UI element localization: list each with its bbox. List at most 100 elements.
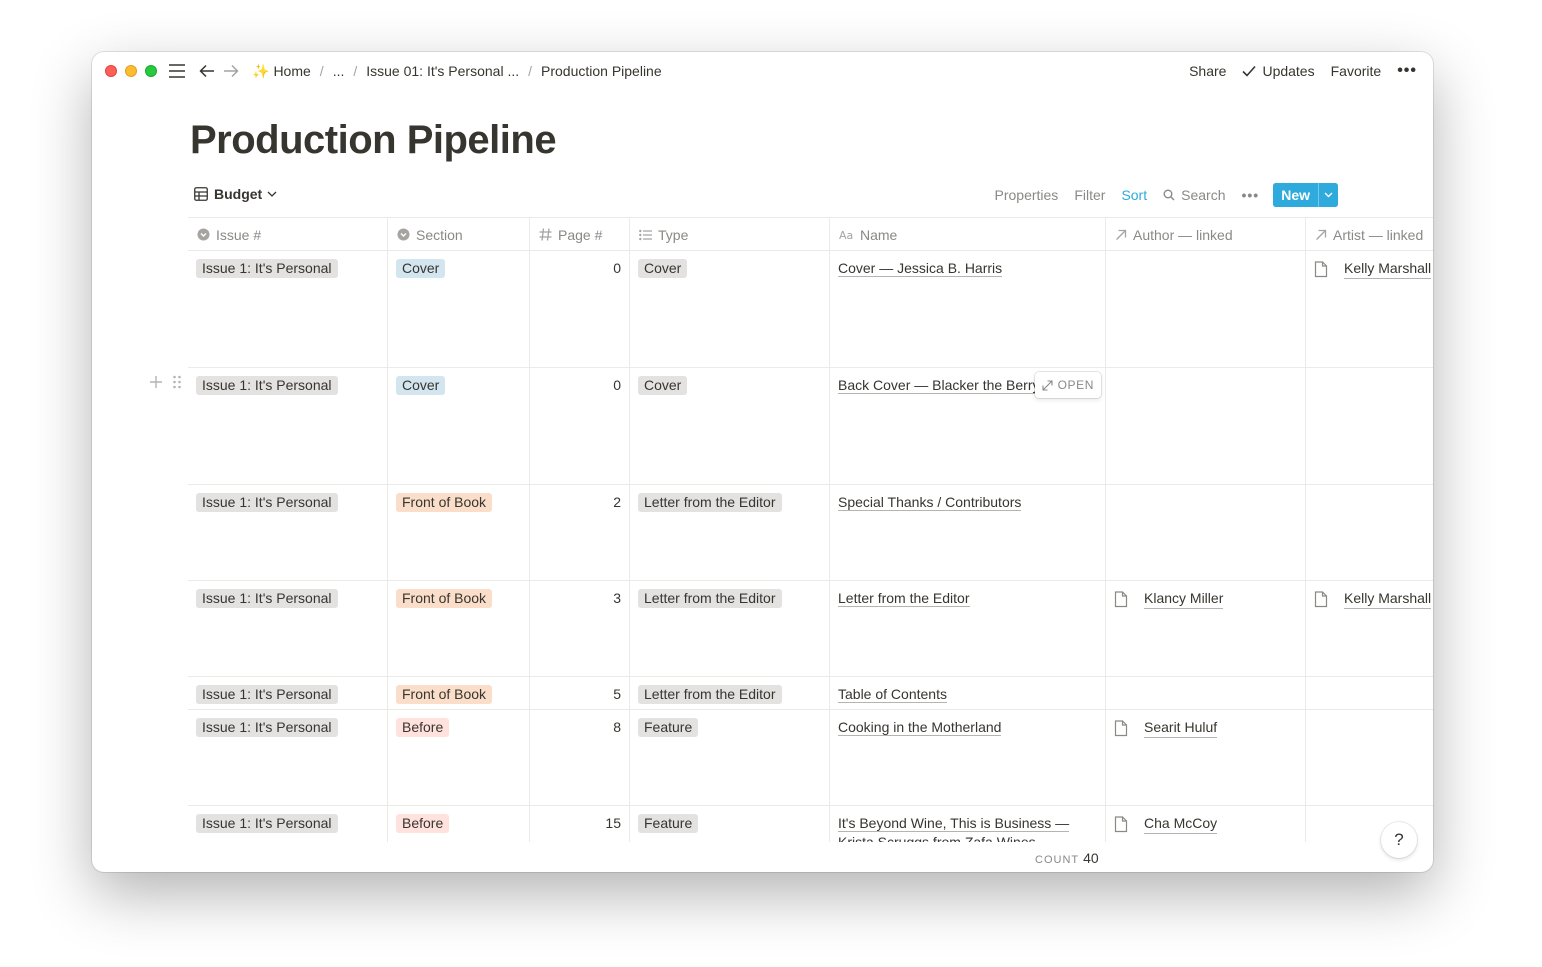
cell-issue[interactable]: Issue 1: It's Personal (188, 806, 388, 842)
cell-page[interactable]: 3 (530, 581, 630, 676)
page-name-link[interactable]: Special Thanks / Contributors (838, 494, 1022, 511)
cell-issue[interactable]: Issue 1: It's Personal (188, 581, 388, 676)
table-row[interactable]: Issue 1: It's Personal Cover 0 Cover Cover —… (188, 251, 1433, 368)
cell-name[interactable]: It's Beyond Wine, This is Business — Kri… (830, 806, 1106, 842)
table-row[interactable]: Issue 1: It's Personal Front of Book 3 Lett… (188, 581, 1433, 677)
zoom-window-button[interactable] (145, 65, 157, 77)
open-page-button[interactable]: OPEN (1034, 372, 1101, 398)
breadcrumb-ellipsis[interactable]: ... (333, 63, 345, 79)
table-row[interactable]: Issue 1: It's Personal Front of Book 2 Lett… (188, 485, 1433, 581)
page-title[interactable]: Production Pipeline (190, 118, 557, 163)
cell-artist[interactable]: Kelly Marshall (1306, 251, 1433, 367)
table-row[interactable]: Issue 1: It's Personal Before 8 Feature Cook… (188, 710, 1433, 806)
cell-name[interactable]: Letter from the Editor (830, 581, 1106, 676)
cell-name[interactable]: Special Thanks / Contributors (830, 485, 1106, 580)
breadcrumb-home[interactable]: Home (273, 63, 310, 79)
new-button-label[interactable]: New (1273, 183, 1318, 207)
cell-page[interactable]: 5 (530, 677, 630, 709)
cell-type[interactable]: Letter from the Editor (630, 677, 830, 709)
updates-button[interactable]: Updates (1242, 63, 1315, 79)
cell-type[interactable]: Letter from the Editor (630, 581, 830, 676)
linked-page[interactable]: Searit Huluf (1114, 718, 1297, 738)
page-name-link[interactable]: Cover — Jessica B. Harris (838, 260, 1003, 277)
cell-author[interactable]: Klancy Miller (1106, 581, 1306, 676)
share-button[interactable]: Share (1189, 63, 1226, 79)
cell-artist[interactable] (1306, 485, 1433, 580)
linked-page[interactable]: Klancy Miller (1114, 589, 1297, 609)
cell-section[interactable]: Front of Book (388, 485, 530, 580)
cell-section[interactable]: Cover (388, 368, 530, 484)
cell-section[interactable]: Before (388, 806, 530, 842)
table-row[interactable]: Issue 1: It's Personal Cover 0 Cover Back Co… (188, 368, 1433, 485)
filter-button[interactable]: Filter (1074, 187, 1105, 203)
breadcrumb-issue[interactable]: Issue 01: It's Personal ... (366, 63, 519, 79)
back-arrow-icon[interactable] (198, 62, 216, 80)
view-more-icon[interactable]: ••• (1241, 187, 1259, 203)
cell-page[interactable]: 2 (530, 485, 630, 580)
cell-issue[interactable]: Issue 1: It's Personal (188, 368, 388, 484)
cell-issue[interactable]: Issue 1: It's Personal (188, 677, 388, 709)
new-button[interactable]: New (1273, 183, 1338, 207)
close-window-button[interactable] (105, 65, 117, 77)
cell-type[interactable]: Feature (630, 806, 830, 842)
cell-name[interactable]: Cover — Jessica B. Harris (830, 251, 1106, 367)
column-header-name[interactable]: Aa Name (830, 218, 1106, 251)
cell-author[interactable]: Searit Huluf (1106, 710, 1306, 805)
cell-artist[interactable] (1306, 710, 1433, 805)
forward-arrow-icon[interactable] (222, 62, 240, 80)
cell-author[interactable]: Cha McCoy (1106, 806, 1306, 842)
cell-section[interactable]: Front of Book (388, 581, 530, 676)
cell-section[interactable]: Front of Book (388, 677, 530, 709)
linked-page[interactable]: Cha McCoy (1114, 814, 1297, 834)
column-header-type[interactable]: Type (630, 218, 830, 251)
cell-issue[interactable]: Issue 1: It's Personal (188, 485, 388, 580)
cell-name[interactable]: Table of Contents (830, 677, 1106, 709)
breadcrumb-current[interactable]: Production Pipeline (541, 63, 662, 79)
cell-issue[interactable]: Issue 1: It's Personal (188, 710, 388, 805)
search-button[interactable]: Search (1163, 187, 1225, 203)
cell-author[interactable] (1106, 368, 1306, 484)
cell-type[interactable]: Feature (630, 710, 830, 805)
cell-artist[interactable]: Kelly Marshall (1306, 581, 1433, 676)
linked-page[interactable]: Kelly Marshall (1314, 589, 1433, 609)
minimize-window-button[interactable] (125, 65, 137, 77)
cell-author[interactable] (1106, 485, 1306, 580)
properties-button[interactable]: Properties (995, 187, 1059, 203)
page-name-link[interactable]: Table of Contents (838, 686, 947, 703)
cell-issue[interactable]: Issue 1: It's Personal (188, 251, 388, 367)
column-header-artist[interactable]: Artist — linked (1306, 218, 1433, 251)
cell-page[interactable]: 8 (530, 710, 630, 805)
page-name-link[interactable]: Letter from the Editor (838, 590, 970, 607)
table-row[interactable]: Issue 1: It's Personal Front of Book 5 Lett… (188, 677, 1433, 710)
linked-page[interactable]: Kelly Marshall (1314, 259, 1433, 279)
cell-type[interactable]: Cover (630, 368, 830, 484)
column-header-author[interactable]: Author — linked (1106, 218, 1306, 251)
more-options-icon[interactable]: ••• (1397, 62, 1417, 80)
cell-page[interactable]: 15 (530, 806, 630, 842)
cell-author[interactable] (1106, 677, 1306, 709)
add-row-icon[interactable] (149, 375, 163, 389)
sort-button[interactable]: Sort (1121, 187, 1147, 203)
help-button[interactable]: ? (1381, 822, 1417, 858)
cell-section[interactable]: Before (388, 710, 530, 805)
page-name-link[interactable]: Back Cover — Blacker the Berry (838, 377, 1040, 394)
cell-page[interactable]: 0 (530, 251, 630, 367)
page-name-link[interactable]: Cooking in the Motherland (838, 719, 1002, 736)
cell-artist[interactable] (1306, 677, 1433, 709)
column-header-issue[interactable]: Issue # (188, 218, 388, 251)
cell-artist[interactable] (1306, 368, 1433, 484)
drag-handle-icon[interactable] (172, 375, 182, 389)
page-name-link[interactable]: It's Beyond Wine, This is Business — Kri… (838, 815, 1070, 842)
cell-type[interactable]: Letter from the Editor (630, 485, 830, 580)
row-count[interactable]: COUNT 40 (1035, 850, 1099, 866)
cell-type[interactable]: Cover (630, 251, 830, 367)
sidebar-menu-icon[interactable] (168, 62, 186, 80)
cell-section[interactable]: Cover (388, 251, 530, 367)
cell-page[interactable]: 0 (530, 368, 630, 484)
view-selector[interactable]: Budget (194, 186, 283, 202)
column-header-section[interactable]: Section (388, 218, 530, 251)
column-header-page[interactable]: Page # (530, 218, 630, 251)
new-dropdown-chevron-icon[interactable] (1318, 183, 1338, 207)
favorite-button[interactable]: Favorite (1331, 63, 1382, 79)
cell-author[interactable] (1106, 251, 1306, 367)
